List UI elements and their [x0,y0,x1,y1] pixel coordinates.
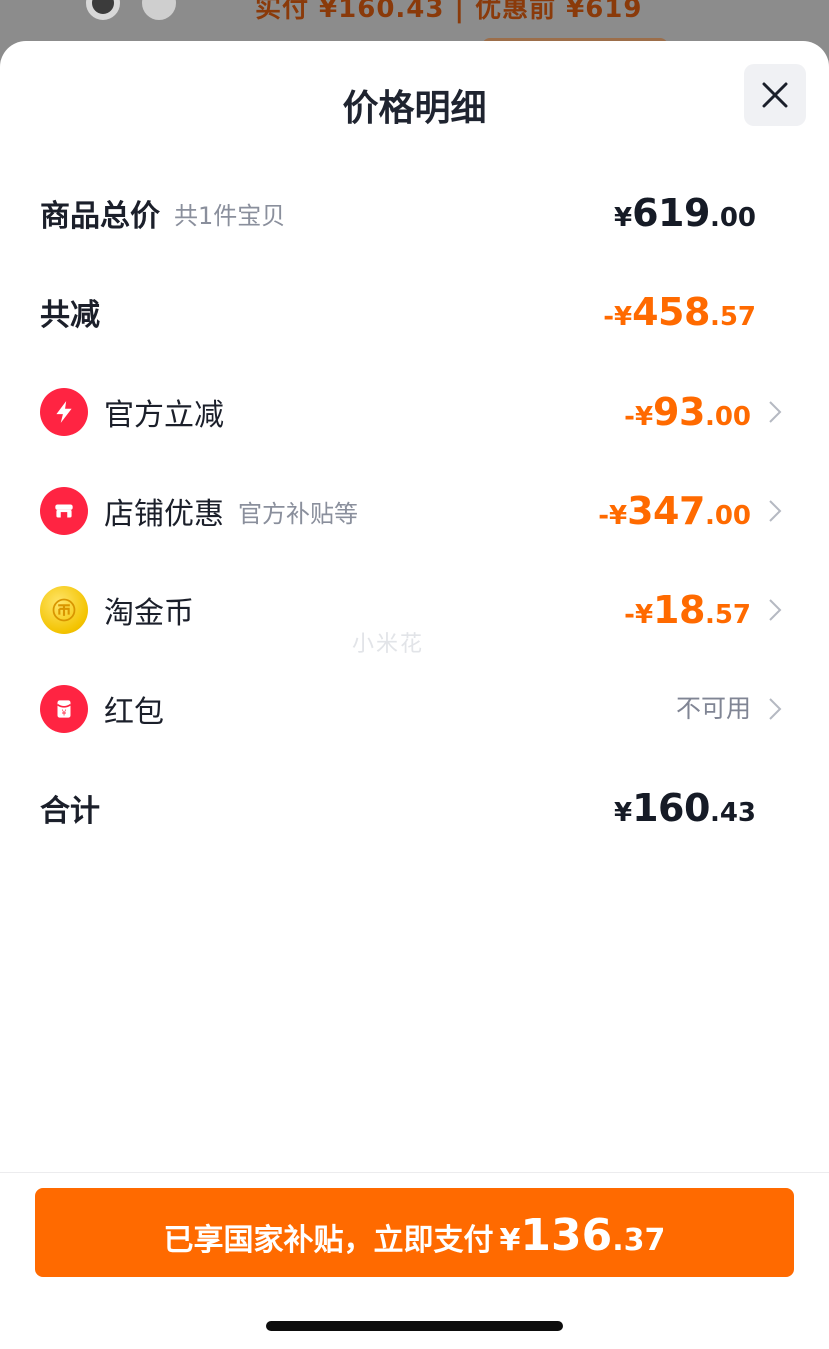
currency-symbol: -¥ [624,600,654,630]
svg-text:¥: ¥ [62,709,67,718]
row-sublabel: 官方补贴等 [238,499,358,528]
coin-icon [40,586,88,634]
row-label: 共减 [40,298,100,333]
red-packet-icon: ¥ [40,685,88,733]
amount-integer: 136 [520,1210,613,1261]
row-red-packet[interactable]: ¥ 红包 不可用 [40,679,788,739]
store-discount-amount: -¥ 347 .00 [598,481,751,541]
row-official-discount[interactable]: 官方立减 -¥ 93 .00 [40,382,788,442]
lightning-icon [40,388,88,436]
amount-decimal: .37 [612,1223,666,1258]
amount-integer: 160 [632,786,710,830]
row-total-discount: 共减 -¥ 458 .57 [40,282,788,342]
tao-coins-amount: -¥ 18 .57 [624,580,751,640]
watermark: 小米花 [352,632,425,657]
home-indicator [266,1321,563,1331]
price-detail-sheet: 价格明细 商品总价 共1件宝贝 ¥ 619 .00 共减 -¥ 458 .57 … [0,41,829,1349]
row-total-price: 商品总价 共1件宝贝 ¥ 619 .00 [40,183,788,243]
close-icon [762,82,788,108]
row-label: 店铺优惠 [104,497,224,532]
currency-symbol: -¥ [624,402,654,432]
row-label: 商品总价 [40,199,160,234]
amount-integer: 619 [632,191,710,235]
red-packet-status: 不可用 [675,694,751,723]
currency-symbol: ¥ [614,798,633,828]
chevron-right-icon [769,500,782,522]
sheet-title: 价格明细 [342,88,487,129]
currency-symbol: -¥ [603,302,633,332]
amount-integer: 18 [653,588,705,632]
close-button[interactable] [744,64,806,126]
amount-decimal: .57 [704,600,751,630]
chevron-right-icon [769,698,782,720]
row-label: 红包 [104,695,164,730]
amount-decimal: .00 [704,402,751,432]
amount-decimal: .00 [704,501,751,531]
chevron-right-icon [769,599,782,621]
row-store-discount[interactable]: 店铺优惠 官方补贴等 -¥ 347 .00 [40,481,788,541]
background-price-text: 实付 ¥160.43 | 优惠前 ¥619 [255,0,643,24]
amount-integer: 458 [632,290,710,334]
row-label: 官方立减 [104,398,224,433]
pay-button-text: 已享国家补贴，立即支付 [163,1223,494,1258]
pay-now-button[interactable]: 已享国家补贴，立即支付 ¥ 136 .37 [35,1188,794,1277]
store-icon [40,487,88,535]
row-label: 淘金币 [104,596,194,631]
official-discount-amount: -¥ 93 .00 [624,382,751,442]
chevron-right-icon [769,401,782,423]
footer-divider [0,1172,829,1173]
product-thumbnail [86,0,120,20]
row-label: 合计 [40,794,100,829]
total-price-amount: ¥ 619 .00 [614,183,756,243]
product-thumbnail [142,0,176,20]
amount-integer: 347 [627,489,705,533]
amount-decimal: .43 [709,798,756,828]
currency-symbol: ¥ [614,203,633,233]
subtotal-amount: ¥ 160 .43 [614,778,756,838]
currency-symbol: ¥ [499,1223,521,1258]
amount-integer: 93 [653,390,705,434]
total-discount-amount: -¥ 458 .57 [603,282,756,342]
row-sublabel: 共1件宝贝 [174,201,286,230]
amount-decimal: .57 [709,302,756,332]
currency-symbol: -¥ [598,501,628,531]
amount-decimal: .00 [709,203,756,233]
row-subtotal: 合计 ¥ 160 .43 [40,778,788,838]
